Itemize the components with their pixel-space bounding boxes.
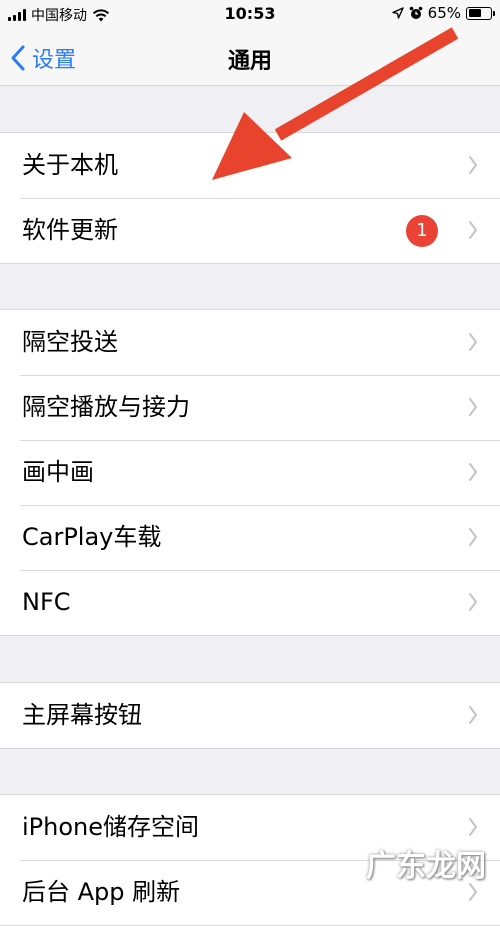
status-bar: 中国移动 10:53 65% [0, 0, 500, 30]
chevron-right-icon [469, 221, 477, 239]
notification-badge: 1 [406, 215, 438, 247]
row-label: iPhone储存空间 [22, 813, 200, 841]
chevron-right-icon [469, 528, 477, 546]
alarm-icon [409, 6, 422, 19]
row-airdrop[interactable]: 隔空投送 [0, 310, 500, 375]
row-label: 关于本机 [22, 151, 118, 179]
location-icon [391, 7, 404, 19]
settings-group-connectivity: 隔空投送 隔空播放与接力 画中画 CarPlay车载 NFC [0, 309, 500, 636]
row-carplay[interactable]: CarPlay车载 [0, 505, 500, 570]
chevron-right-icon [469, 333, 477, 351]
page-title: 通用 [227, 49, 272, 74]
status-right: 65% [391, 4, 495, 22]
row-label: CarPlay车载 [22, 523, 162, 551]
row-label: 隔空投送 [22, 328, 118, 356]
row-label: 后台 App 刷新 [22, 878, 181, 906]
row-label: 软件更新 [22, 216, 118, 244]
chevron-right-icon [469, 883, 477, 901]
chevron-right-icon [469, 398, 477, 416]
row-nfc[interactable]: NFC [0, 570, 500, 635]
row-airplay-handoff[interactable]: 隔空播放与接力 [0, 375, 500, 440]
navigation-bar: 设置 通用 [0, 30, 500, 86]
chevron-right-icon [469, 706, 477, 724]
battery-tip [493, 10, 495, 16]
chevron-right-icon [469, 818, 477, 836]
watermark: 广东龙网 [366, 849, 486, 884]
row-about[interactable]: 关于本机 [0, 133, 500, 198]
chevron-right-icon [469, 156, 477, 174]
row-label: 隔空播放与接力 [22, 393, 190, 421]
battery-fill [468, 9, 481, 17]
row-picture-in-picture[interactable]: 画中画 [0, 440, 500, 505]
battery-icon [466, 6, 495, 20]
settings-group-about: 关于本机 软件更新 1 [0, 132, 500, 264]
row-label: 主屏幕按钮 [22, 701, 142, 729]
row-software-update[interactable]: 软件更新 1 [0, 198, 500, 263]
row-label: 画中画 [22, 458, 94, 486]
chevron-right-icon [469, 463, 477, 481]
row-home-button[interactable]: 主屏幕按钮 [0, 683, 500, 748]
row-label: NFC [22, 588, 71, 616]
chevron-right-icon [469, 593, 477, 611]
battery-percent: 65% [427, 4, 461, 22]
settings-group-home-button: 主屏幕按钮 [0, 682, 500, 749]
